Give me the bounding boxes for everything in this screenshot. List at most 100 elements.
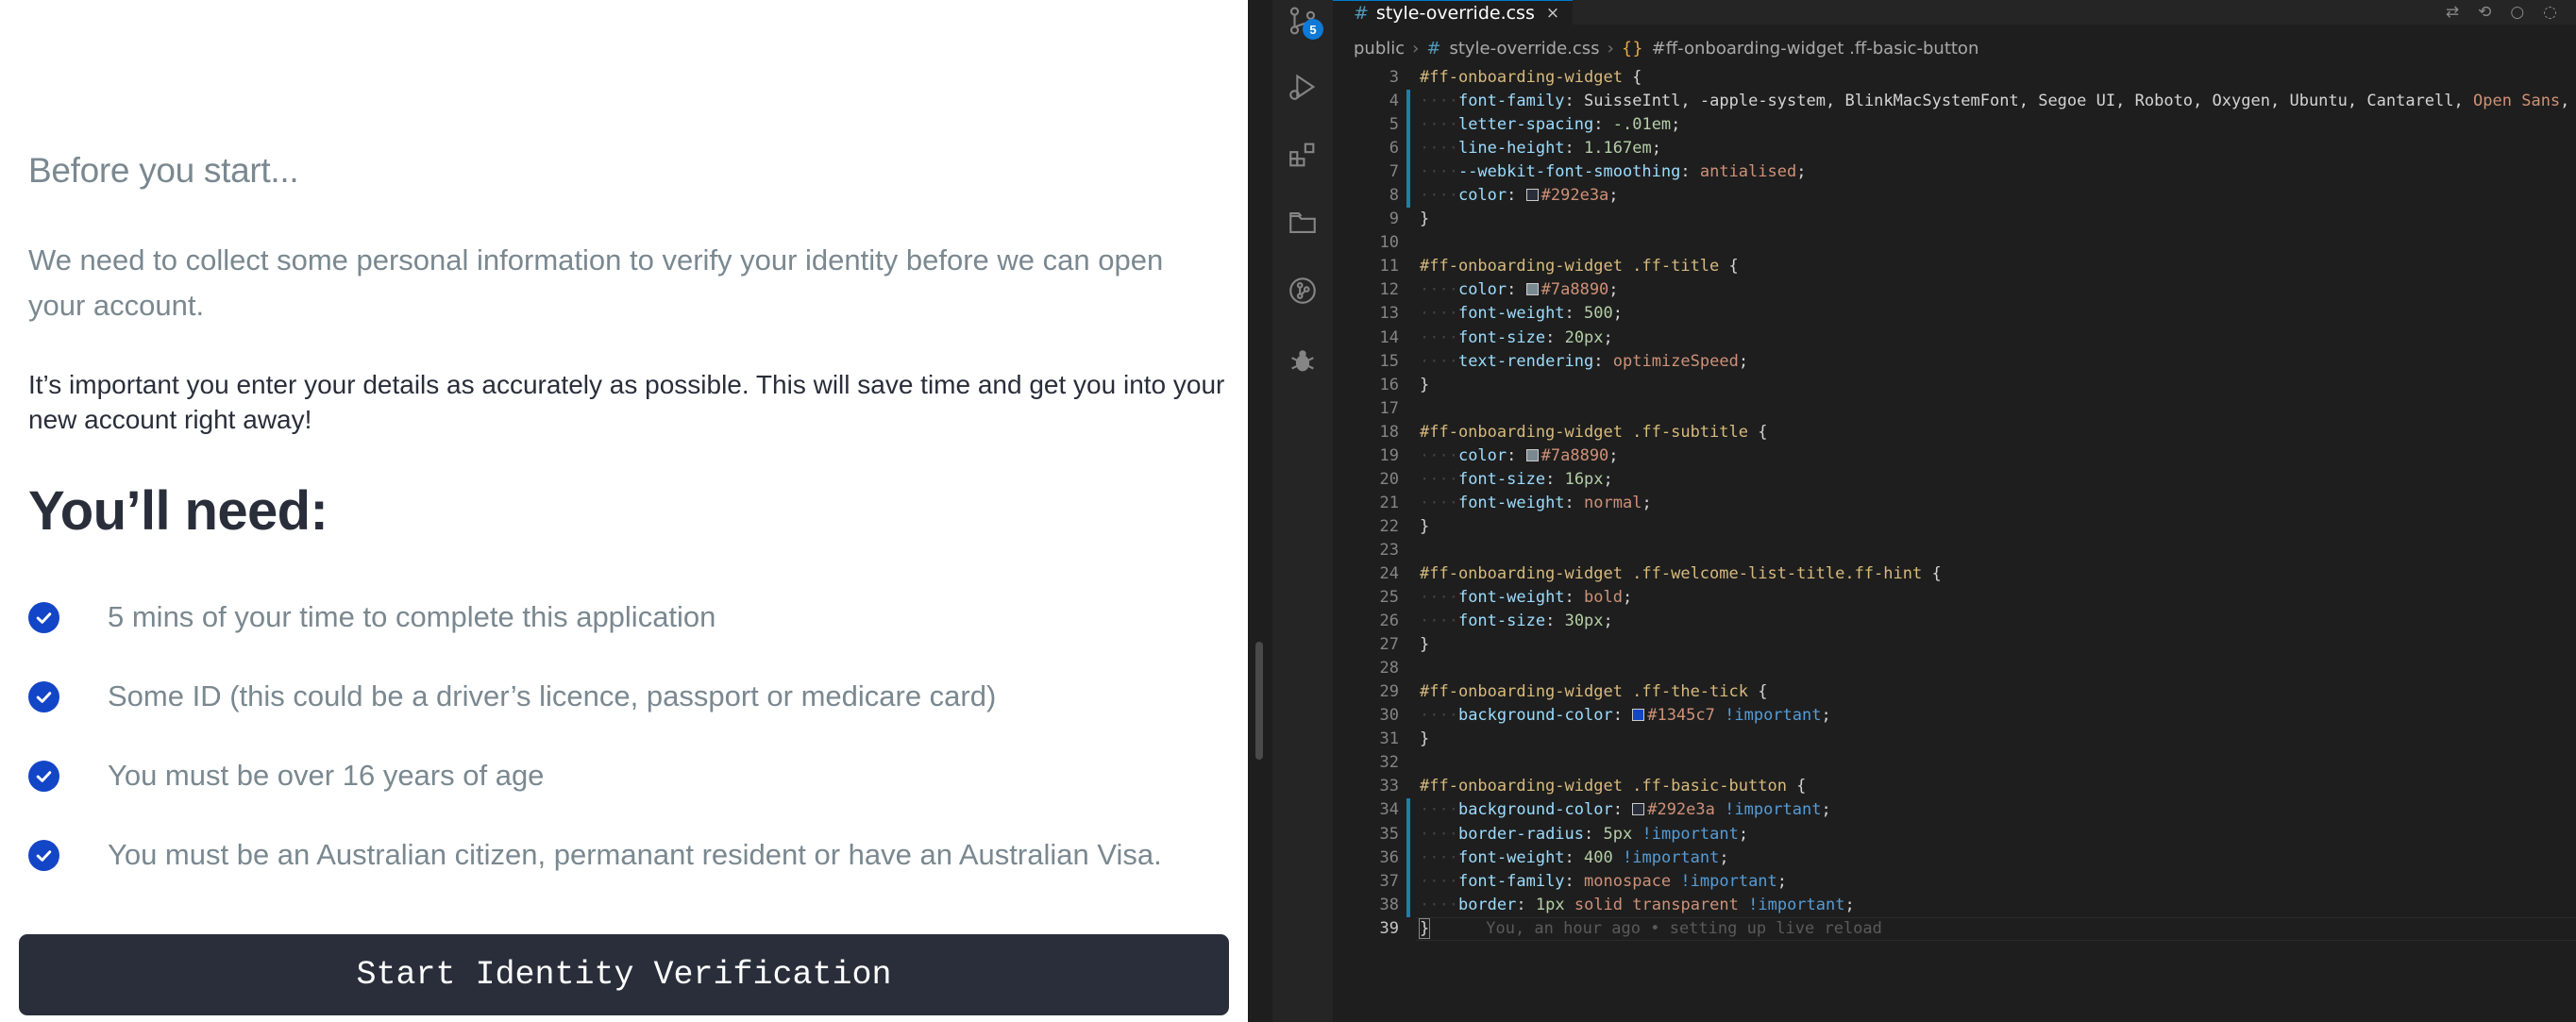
splitter-drag-handle[interactable] [1255, 642, 1263, 760]
requirement-item: Some ID (this could be a driver’s licenc… [28, 678, 996, 715]
symbol-icon: {} [1621, 38, 1643, 59]
code-line[interactable]: 11 #ff-onboarding-widget .ff-title { [1333, 255, 2576, 278]
extensions-icon[interactable] [1286, 138, 1320, 172]
folder-icon[interactable] [1286, 206, 1320, 240]
code-line[interactable]: 9} [1333, 208, 2576, 231]
modified-line-marker[interactable] [1406, 822, 1410, 846]
code-line[interactable]: 22} [1333, 515, 2576, 539]
editor-tab-bar: # style-override.css × ⇄ ⟲ ○ ◌ [1333, 0, 2576, 25]
code-line[interactable]: 35 ····border-radius: 5px !important; [1333, 822, 2576, 846]
line-number: 16 [1379, 375, 1399, 394]
check-circle-icon [28, 760, 59, 792]
code-area[interactable]: 3 #ff-onboarding-widget {4 ····font-family… [1333, 66, 2576, 941]
line-number: 32 [1379, 753, 1399, 773]
code-line[interactable]: 19 ····color: #7a8890; [1333, 444, 2576, 468]
code-text: ····line-height: 1.167em; [1420, 139, 1661, 159]
requirement-text: 5 mins of your time to complete this app… [108, 600, 716, 633]
requirement-item: 5 mins of your time to complete this app… [28, 598, 716, 636]
close-icon[interactable]: × [1546, 4, 1559, 23]
code-line[interactable]: 30 ····background-color: #1345c7 !importa… [1333, 704, 2576, 728]
code-text: ····font-family: monospace !important; [1420, 871, 1788, 891]
color-swatch[interactable] [1632, 803, 1645, 816]
code-line[interactable]: 21 ····font-weight: normal; [1333, 492, 2576, 515]
code-text: #ff-onboarding-widget .ff-basic-button { [1420, 777, 1807, 796]
code-line[interactable]: 7 ····--webkit-font-smoothing: antialised… [1333, 160, 2576, 185]
modified-line-marker[interactable] [1406, 113, 1410, 138]
tab-style-override-css[interactable]: # style-override.css × [1333, 0, 1574, 25]
code-line[interactable]: 16} [1333, 374, 2576, 397]
more-actions-icon[interactable]: ◌ [2543, 3, 2557, 22]
code-line[interactable]: 28 [1333, 657, 2576, 680]
go-back-icon[interactable]: ⟲ [2478, 3, 2491, 22]
code-text: ····font-size: 16px; [1420, 469, 1613, 489]
code-line[interactable]: 34 ····background-color: #292e3a !importa… [1333, 798, 2576, 823]
color-swatch[interactable] [1525, 448, 1539, 461]
debug-bug-icon[interactable] [1286, 343, 1320, 377]
run-debug-icon[interactable] [1286, 70, 1320, 104]
breadcrumb-folder[interactable]: public [1354, 39, 1405, 59]
code-line[interactable]: 36 ····font-weight: 400 !important; [1333, 846, 2576, 870]
color-swatch[interactable] [1632, 709, 1645, 722]
modified-line-marker[interactable] [1406, 160, 1410, 185]
modified-line-marker[interactable] [1406, 137, 1410, 161]
modified-line-marker[interactable] [1406, 846, 1410, 870]
code-line[interactable]: 17 [1333, 397, 2576, 421]
before-you-start-title: Before you start... [28, 151, 299, 190]
git-graph-icon[interactable] [1286, 274, 1320, 308]
color-swatch[interactable] [1525, 283, 1539, 296]
start-identity-verification-button[interactable]: Start Identity Verification [19, 934, 1229, 1015]
code-line[interactable]: 32 [1333, 751, 2576, 775]
code-line[interactable]: 20 ····font-size: 16px; [1333, 468, 2576, 492]
code-line[interactable]: 26 ····font-size: 30px; [1333, 610, 2576, 633]
line-number: 18 [1379, 422, 1399, 442]
code-line[interactable]: 39} You, an hour ago • setting up live re… [1333, 916, 2576, 941]
line-number: 5 [1389, 115, 1399, 135]
code-line[interactable]: 38 ····border: 1px solid transparent !imp… [1333, 893, 2576, 917]
modified-line-marker[interactable] [1406, 869, 1410, 894]
check-circle-icon [28, 839, 59, 871]
code-line[interactable]: 6 ····line-height: 1.167em; [1333, 137, 2576, 161]
code-line[interactable]: 12 ····color: #7a8890; [1333, 278, 2576, 302]
code-line[interactable]: 27} [1333, 633, 2576, 657]
modified-line-marker[interactable] [1406, 798, 1410, 823]
code-line[interactable]: 31} [1333, 728, 2576, 751]
code-line[interactable]: 18 #ff-onboarding-widget .ff-subtitle { [1333, 421, 2576, 444]
code-text: ····color: #7a8890; [1420, 280, 1619, 300]
code-line[interactable]: 37 ····font-family: monospace !important; [1333, 869, 2576, 894]
line-number: 14 [1379, 327, 1399, 347]
line-number: 11 [1379, 257, 1399, 276]
color-swatch[interactable] [1525, 189, 1539, 202]
modified-line-marker[interactable] [1406, 184, 1410, 209]
breadcrumb-symbol[interactable]: #ff-onboarding-widget .ff-basic-button [1652, 39, 1979, 59]
code-line[interactable]: 14 ····font-size: 20px; [1333, 327, 2576, 350]
code-line[interactable]: 33 #ff-onboarding-widget .ff-basic-button… [1333, 775, 2576, 798]
code-line[interactable]: 25 ····font-weight: bold; [1333, 586, 2576, 610]
requirement-item: You must be over 16 years of age [28, 757, 544, 795]
line-number: 17 [1379, 398, 1399, 418]
code-text: ····font-family: SuisseIntl, -apple-syst… [1420, 92, 2570, 111]
modified-line-marker[interactable] [1406, 90, 1410, 114]
code-line[interactable]: 5 ····letter-spacing: -.01em; [1333, 113, 2576, 138]
code-text: } [1420, 516, 1430, 536]
compare-changes-icon[interactable]: ⇄ [2446, 3, 2459, 22]
code-line[interactable]: 23 [1333, 539, 2576, 562]
code-line[interactable]: 29 #ff-onboarding-widget .ff-the-tick { [1333, 680, 2576, 704]
code-text: ····font-size: 20px; [1420, 327, 1613, 347]
pane-splitter[interactable] [1248, 0, 1272, 1022]
code-line[interactable]: 4 ····font-family: SuisseIntl, -apple-sys… [1333, 90, 2576, 114]
code-line[interactable]: 8 ····color: #292e3a; [1333, 184, 2576, 209]
modified-line-marker[interactable] [1406, 893, 1410, 917]
code-line[interactable]: 15 ····text-rendering: optimizeSpeed; [1333, 350, 2576, 374]
code-line[interactable]: 10 [1333, 231, 2576, 255]
code-text: ····text-rendering: optimizeSpeed; [1420, 351, 1749, 371]
code-editor: # style-override.css × ⇄ ⟲ ○ ◌ public › … [1333, 0, 2576, 1022]
code-line[interactable]: 24 #ff-onboarding-widget .ff-welcome-list… [1333, 562, 2576, 586]
code-line[interactable]: 13 ····font-weight: 500; [1333, 302, 2576, 326]
toggle-icon[interactable]: ○ [2510, 3, 2524, 22]
breadcrumb-file[interactable]: style-override.css [1449, 39, 1599, 59]
code-text: #ff-onboarding-widget { [1420, 68, 1642, 87]
code-line[interactable]: 3 #ff-onboarding-widget { [1333, 66, 2576, 90]
chevron-right-icon: › [1607, 38, 1614, 59]
line-number: 25 [1379, 588, 1399, 608]
onboarding-widget: Before you start... We need to collect s… [0, 0, 1248, 1022]
